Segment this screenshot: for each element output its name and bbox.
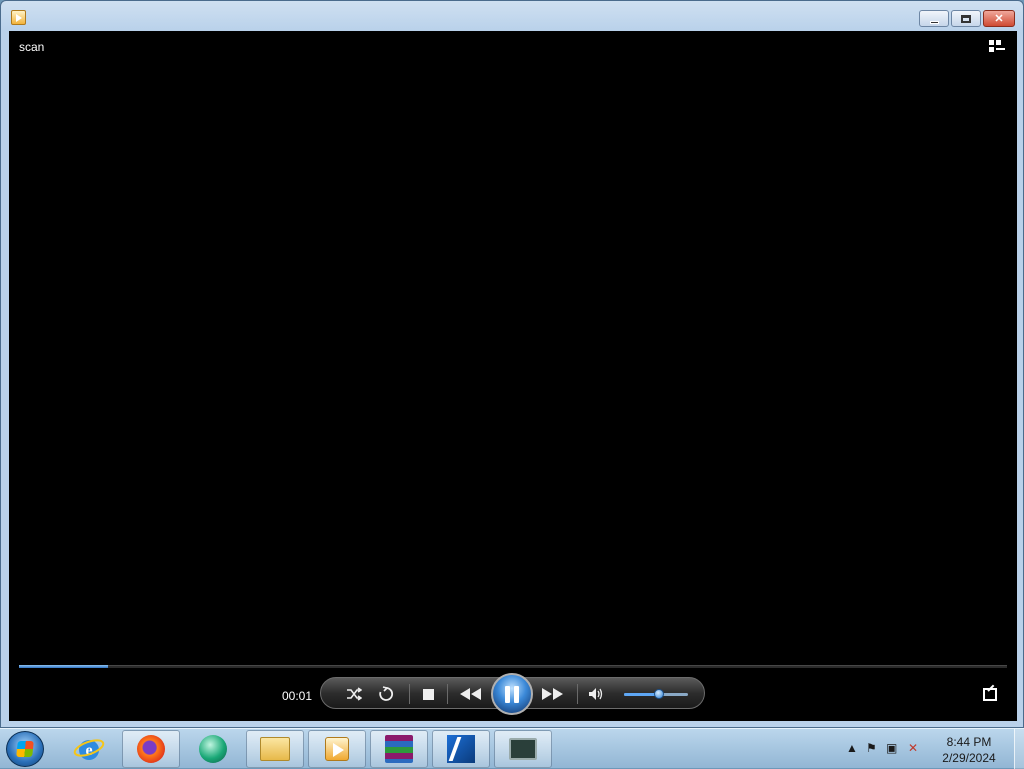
restore-icon xyxy=(961,14,971,23)
repeat-button[interactable] xyxy=(375,684,397,704)
taskbar-file-explorer[interactable] xyxy=(246,730,304,768)
stop-button[interactable] xyxy=(417,684,439,704)
elapsed-time: 00:01 xyxy=(282,689,313,703)
show-desktop-button[interactable] xyxy=(1014,729,1024,769)
taskbar-winrar[interactable] xyxy=(370,730,428,768)
fullscreen-icon[interactable] xyxy=(983,688,997,701)
next-icon xyxy=(542,688,563,700)
separator xyxy=(577,684,578,704)
pause-button[interactable] xyxy=(491,673,533,715)
taskbar-windows-media-player[interactable] xyxy=(308,730,366,768)
close-icon: ✕ xyxy=(994,13,1004,25)
separator xyxy=(409,684,410,704)
taskbar-monitor-app[interactable] xyxy=(494,730,552,768)
media-title: scan xyxy=(19,40,45,54)
taskbar: e ▲ ⚑ ▣ ✕ 8:44 PM 2/29/2024 xyxy=(0,728,1024,769)
folder-icon xyxy=(260,737,290,761)
clock-time: 8:44 PM xyxy=(946,735,992,749)
minimize-button[interactable] xyxy=(919,10,949,27)
volume-muted-icon[interactable]: ✕ xyxy=(908,741,924,755)
clock[interactable]: 8:44 PM 2/29/2024 xyxy=(934,734,1004,766)
media-player-window: ✕ scan 00:01 xyxy=(0,0,1024,728)
volume-knob[interactable] xyxy=(654,689,665,699)
shuffle-button[interactable] xyxy=(343,684,365,704)
taskbar-firefox[interactable] xyxy=(122,730,180,768)
volume-slider[interactable] xyxy=(624,689,688,699)
stop-icon xyxy=(422,688,434,700)
clock-date: 2/29/2024 xyxy=(942,751,996,765)
action-center-flag-icon[interactable]: ⚑ xyxy=(866,741,882,755)
shuffle-icon xyxy=(347,687,362,701)
start-button[interactable] xyxy=(6,731,44,767)
previous-icon xyxy=(460,688,481,700)
winrar-icon xyxy=(385,735,413,763)
network-icon[interactable]: ▣ xyxy=(886,741,902,755)
system-tray: ▲ ⚑ ▣ ✕ 8:44 PM 2/29/2024 xyxy=(834,729,1024,769)
seek-bar[interactable] xyxy=(19,665,1007,668)
show-hidden-icons-icon[interactable]: ▲ xyxy=(846,741,862,755)
video-display[interactable]: scan xyxy=(9,31,1017,657)
seek-progress xyxy=(19,665,108,668)
separator xyxy=(447,684,448,704)
svg-text:e: e xyxy=(85,742,92,759)
pause-icon xyxy=(503,685,521,703)
media-player-app-icon[interactable] xyxy=(11,10,26,25)
speaker-icon xyxy=(589,688,603,700)
firefox-icon xyxy=(137,735,165,763)
taskbar-internet-explorer[interactable]: e xyxy=(60,730,118,768)
taskbar-green-sphere-app[interactable] xyxy=(184,730,242,768)
repeat-icon xyxy=(379,686,394,701)
media-player-icon xyxy=(325,737,349,761)
internet-explorer-icon: e xyxy=(73,739,105,760)
previous-button[interactable] xyxy=(457,684,485,704)
monitor-icon xyxy=(509,738,537,760)
window-controls: ✕ xyxy=(917,10,1015,27)
maximize-button[interactable] xyxy=(951,10,981,27)
playback-controls-bar: 00:01 xyxy=(9,657,1017,721)
blue-k-app-icon xyxy=(447,735,475,763)
next-button[interactable] xyxy=(539,684,567,704)
mute-button[interactable] xyxy=(585,684,607,704)
switch-to-library-icon[interactable] xyxy=(989,40,1005,54)
taskbar-blue-k-app[interactable] xyxy=(432,730,490,768)
title-bar[interactable]: ✕ xyxy=(1,1,1023,31)
close-button[interactable]: ✕ xyxy=(983,10,1015,27)
minimize-icon xyxy=(929,20,939,24)
green-sphere-icon xyxy=(199,735,227,763)
